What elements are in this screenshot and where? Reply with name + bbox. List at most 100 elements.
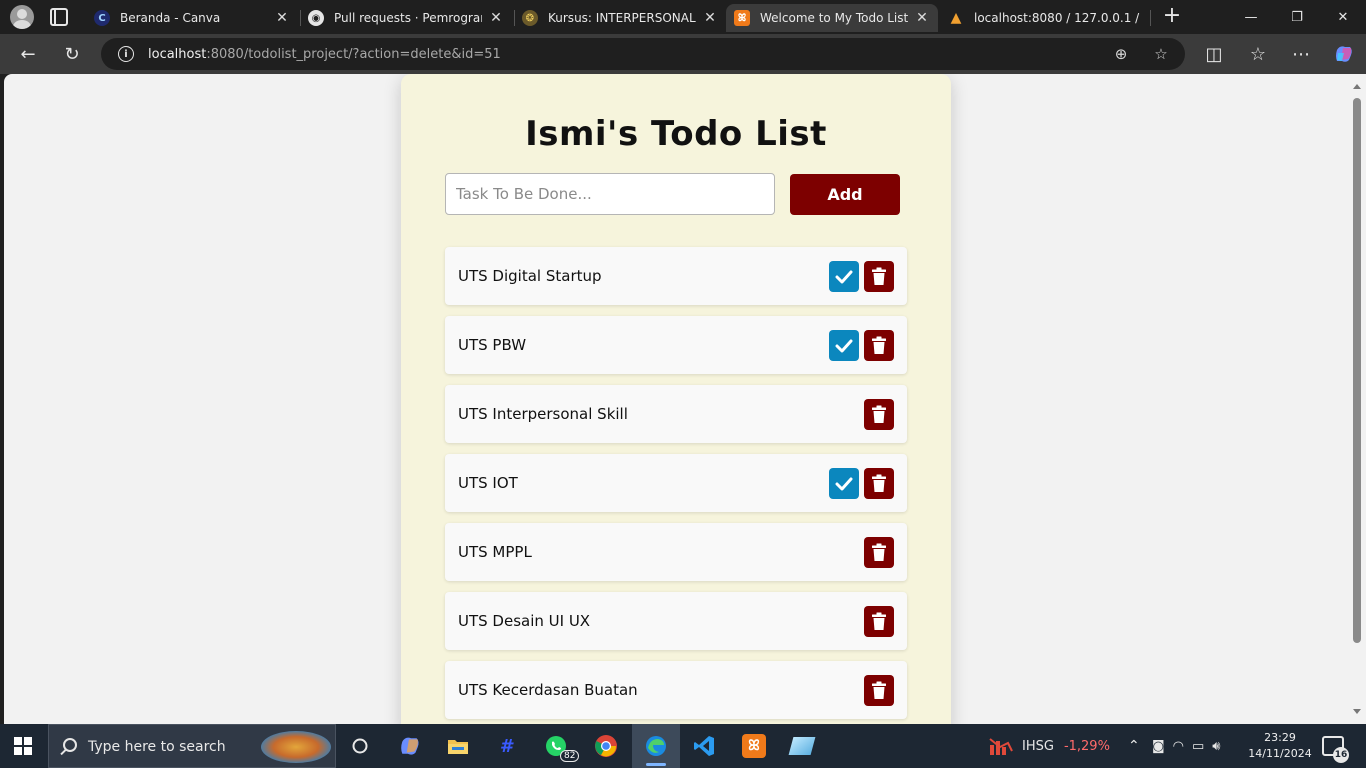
todo-item: UTS Interpersonal Skill [445,385,907,443]
checkmark-icon [835,477,853,490]
phpmyadmin-icon: ▲ [950,10,962,26]
delete-button[interactable] [864,468,894,499]
search-highlight-image [261,731,331,763]
close-icon[interactable]: ✕ [274,10,290,26]
clock-time: 23:29 [1264,731,1296,744]
trash-icon [872,612,886,630]
profile-avatar-icon[interactable] [10,5,34,29]
taskbar-clock[interactable]: 23:29 14/11/2024 [1240,730,1320,762]
wifi-icon[interactable]: ◠ [1173,739,1184,754]
split-screen-icon[interactable]: ◫ [1202,42,1226,66]
university-icon: ❂ [522,10,538,26]
delete-button[interactable] [864,606,894,637]
zoom-icon[interactable]: ⊕ [1111,44,1131,64]
more-menu-icon[interactable]: ⋯ [1289,42,1313,66]
checkmark-icon [835,339,853,352]
copilot-taskbar-icon[interactable] [394,730,426,762]
tab-canva[interactable]: C Beranda - Canva ✕ [86,4,298,32]
complete-button[interactable] [829,261,859,292]
complete-button[interactable] [829,330,859,361]
todo-item: UTS Kecerdasan Buatan [445,661,907,719]
notification-center-icon[interactable]: 16 [1322,736,1349,763]
trash-icon [872,405,886,423]
scroll-down-arrow-icon[interactable] [1353,709,1361,714]
chrome-icon[interactable] [590,730,622,762]
todo-item-text: UTS Kecerdasan Buatan [458,681,638,699]
stock-widget[interactable]: IHSG -1,29% [988,724,1110,768]
stock-change: -1,29% [1063,738,1110,754]
delete-button[interactable] [864,399,894,430]
edge-icon[interactable] [632,724,680,768]
scrollbar-thumb[interactable] [1353,98,1361,643]
notepad-icon[interactable]: # [490,730,522,762]
todo-item-text: UTS PBW [458,336,527,354]
add-button[interactable]: Add [790,174,900,215]
task-view-icon[interactable] [344,730,376,762]
todo-item: UTS IOT [445,454,907,512]
trash-icon [872,336,886,354]
tab-phpmyadmin[interactable]: ▲ localhost:8080 / 127.0.0.1 / t [940,4,1150,32]
xampp-icon: ꕤ [734,10,750,26]
canva-icon: C [94,10,110,26]
show-hidden-icons[interactable]: ⌃ [1128,724,1140,768]
clock-date: 14/11/2024 [1248,747,1312,760]
tab-actions-icon[interactable] [50,8,68,26]
close-icon[interactable]: ✕ [488,10,504,26]
vscode-icon[interactable] [688,730,720,762]
delete-button[interactable] [864,675,894,706]
todo-list: UTS Digital Startup UTS PBW UTS Interperso… [445,247,907,724]
tab-title: Kursus: INTERPERSONAL SKILL [548,11,696,25]
minimize-button[interactable]: — [1228,0,1274,34]
todo-card: Ismi's Todo List Add UTS Digital Startup… [401,74,951,724]
new-tab-button[interactable]: + [1160,5,1184,29]
scroll-up-arrow-icon[interactable] [1353,84,1361,89]
meet-now-icon[interactable]: ◙ [1152,739,1165,754]
system-tray-icons[interactable]: ◙ ◠ ▭ 🔊︎ [1152,724,1220,768]
trash-icon [872,474,886,492]
page-scrollbar[interactable] [1348,74,1366,724]
taskbar-search-box[interactable]: Type here to search [48,724,336,768]
copilot-icon[interactable] [1332,42,1356,66]
site-info-icon[interactable]: i [118,46,134,62]
address-bar[interactable]: i localhost:8080/todolist_project/?actio… [101,38,1185,70]
github-icon: ◉ [308,10,324,26]
trash-icon [872,267,886,285]
url-text[interactable]: localhost:8080/todolist_project/?action=… [148,47,501,62]
whatsapp-icon[interactable]: 82 [540,730,580,762]
trash-icon [872,681,886,699]
restore-button[interactable]: ❐ [1274,0,1320,34]
volume-icon[interactable]: 🔊︎ [1212,739,1220,754]
close-icon[interactable]: ✕ [914,10,930,26]
battery-icon[interactable]: ▭ [1192,739,1204,754]
windows-start-icon[interactable] [14,737,32,755]
todo-item: UTS MPPL [445,523,907,581]
file-explorer-icon[interactable] [442,730,474,762]
tab-title: Beranda - Canva [120,11,221,25]
tab-github[interactable]: ◉ Pull requests · Pemrograman ✕ [300,4,512,32]
favorite-star-icon[interactable]: ☆ [1151,44,1171,64]
favorites-icon[interactable]: ☆ [1246,42,1270,66]
xampp-taskbar-icon[interactable]: ꕤ [738,730,770,762]
search-icon [63,738,77,752]
app-icon[interactable] [786,730,818,762]
close-icon[interactable]: ✕ [702,10,718,26]
todo-item-text: UTS MPPL [458,543,532,561]
close-window-button[interactable]: ✕ [1320,0,1366,34]
delete-button[interactable] [864,330,894,361]
refresh-icon[interactable]: ↻ [60,42,84,66]
browser-toolbar: ← ↻ i localhost:8080/todolist_project/?a… [0,34,1366,74]
task-input[interactable] [445,173,775,215]
back-arrow-icon[interactable]: ← [16,42,40,66]
complete-button[interactable] [829,468,859,499]
browser-tab-strip: C Beranda - Canva ✕ ◉ Pull requests · Pe… [0,0,1366,34]
todo-item-text: UTS IOT [458,474,518,492]
delete-button[interactable] [864,537,894,568]
tab-kursus[interactable]: ❂ Kursus: INTERPERSONAL SKILL ✕ [514,4,726,32]
tab-title: Welcome to My Todo List [760,11,908,25]
delete-button[interactable] [864,261,894,292]
whatsapp-badge: 82 [560,750,580,762]
todo-item-text: UTS Interpersonal Skill [458,405,628,423]
tab-todo-list[interactable]: ꕤ Welcome to My Todo List ✕ [726,4,938,32]
todo-item: UTS Digital Startup [445,247,907,305]
todo-item: UTS Desain UI UX [445,592,907,650]
